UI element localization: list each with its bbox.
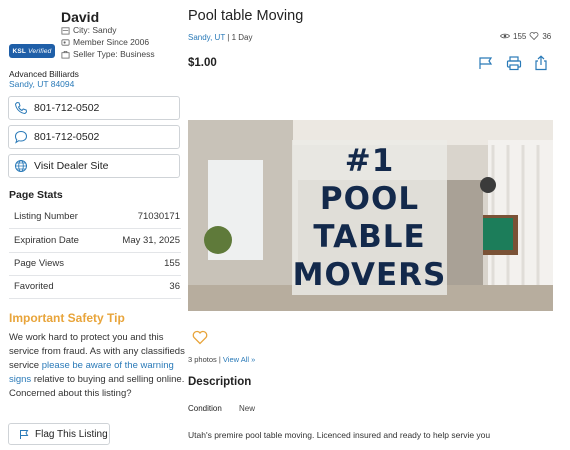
- description-text: Utah's premire pool table moving. Licenc…: [188, 430, 491, 440]
- seller-type: Seller Type: Business: [61, 49, 155, 59]
- ksl-verified-badge: KSL Verified: [9, 44, 55, 58]
- photo-banner: #1 POOL TABLE MOVERS: [292, 140, 447, 295]
- flag-icon: [20, 429, 29, 439]
- listing-location-age: Sandy, UT | 1 Day: [188, 33, 253, 42]
- share-icon[interactable]: [533, 55, 549, 71]
- listing-location-link[interactable]: Sandy, UT: [188, 33, 225, 42]
- flag-icon[interactable]: [478, 55, 494, 71]
- seller-member-since: Member Since 2006: [61, 37, 149, 47]
- flag-listing-button[interactable]: Flag This Listing: [8, 423, 110, 445]
- stat-row: Page Views 155: [9, 252, 181, 276]
- phone-icon: [14, 101, 28, 115]
- stat-row: Favorited 36: [9, 275, 181, 299]
- condition-label: Condition: [188, 404, 222, 413]
- listing-title: Pool table Moving: [188, 8, 304, 24]
- visit-dealer-site-button[interactable]: Visit Dealer Site: [8, 154, 180, 178]
- text-phone-button[interactable]: 801-712-0502: [8, 125, 180, 149]
- location-icon: [61, 26, 70, 35]
- business-location-link[interactable]: Sandy, UT 84094: [9, 79, 74, 89]
- heart-outline-icon: [529, 32, 539, 41]
- seller-type-icon: [61, 50, 70, 59]
- stat-row: Listing Number 71030171: [9, 205, 181, 229]
- listing-price: $1.00: [188, 57, 217, 69]
- seller-name: David: [61, 9, 100, 25]
- seller-city: City: Sandy: [61, 25, 116, 35]
- safety-tip-title: Important Safety Tip: [9, 311, 125, 325]
- page-stats-title: Page Stats: [9, 189, 63, 201]
- description-title: Description: [188, 376, 252, 388]
- call-phone-button[interactable]: 801-712-0502: [8, 96, 180, 120]
- stat-row: Expiration Date May 31, 2025: [9, 229, 181, 253]
- globe-icon: [15, 160, 27, 172]
- favorite-heart-icon[interactable]: [192, 330, 208, 345]
- view-all-link[interactable]: View All »: [223, 355, 255, 364]
- photo-count: 3 photos | View All »: [188, 355, 256, 364]
- condition-value: New: [239, 404, 256, 413]
- safety-tip-text: We work hard to protect you and this ser…: [9, 332, 185, 399]
- listing-counts: 155 36: [500, 31, 551, 41]
- chat-icon: [14, 130, 28, 144]
- eye-icon: [500, 33, 510, 39]
- print-icon[interactable]: [506, 55, 522, 71]
- member-icon: [61, 38, 70, 46]
- business-name: Advanced Billiards: [9, 69, 79, 79]
